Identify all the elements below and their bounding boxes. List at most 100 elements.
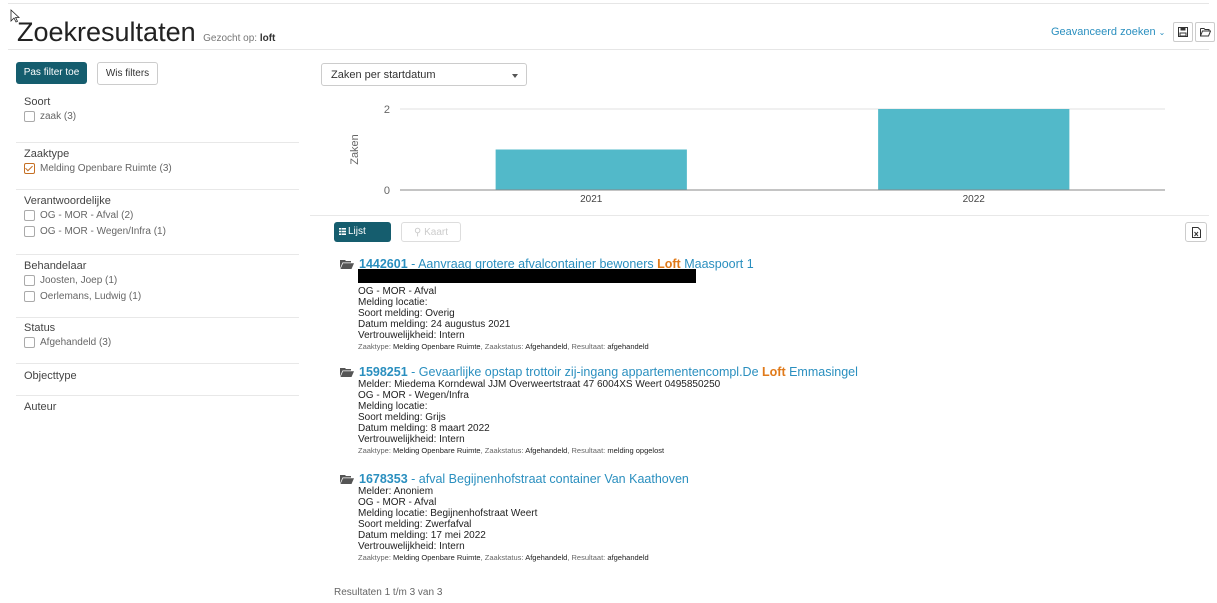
page-title: Zoekresultaten Gezocht op: loft: [17, 17, 275, 48]
export-button[interactable]: [1185, 222, 1207, 242]
result-detail-line: Melding locatie:: [358, 401, 428, 412]
result-item: 1678353 - afval Begijnenhofstraat contai…: [340, 472, 1200, 563]
checkbox[interactable]: [24, 210, 35, 221]
meta-result: afgehandeld: [607, 342, 649, 351]
result-title-pre: - afval Begijnenhofstraat container Van …: [407, 472, 689, 486]
facet-verantwoordelijke: Verantwoordelijke OG - MOR - Afval (2) O…: [24, 195, 299, 237]
bar: [495, 149, 687, 190]
facet-separator: [16, 254, 299, 255]
save-search-button[interactable]: [1173, 22, 1193, 42]
result-detail-line: Melding locatie:: [358, 297, 428, 308]
facet-auteur[interactable]: Auteur: [24, 401, 299, 413]
result-title-pre: - Gevaarlijke opstap trottoir zij-ingang…: [407, 365, 763, 379]
result-detail-line: Melder: Anoniem: [358, 486, 434, 497]
result-detail-line: OG - MOR - Afval: [358, 497, 437, 508]
search-query: loft: [259, 33, 276, 44]
facet-option-label: OG - MOR - Wegen/Infra (1): [40, 226, 166, 237]
facet-option-label: Joosten, Joep (1): [40, 275, 118, 286]
checkbox[interactable]: [24, 291, 35, 302]
facet-option[interactable]: Melding Openbare Ruimte (3): [24, 163, 299, 174]
y-tick-label: 2: [384, 104, 390, 116]
result-detail-line: Soort melding: Zwerfafval: [358, 519, 472, 530]
checkbox[interactable]: [24, 226, 35, 237]
facet-option-label: Oerlemans, Ludwig (1): [40, 291, 142, 302]
meta-label: Resultaat:: [571, 553, 606, 562]
result-detail-line: Datum melding: 24 augustus 2021: [358, 319, 511, 330]
meta-zaaktype: Melding Openbare Ruimte: [393, 446, 481, 455]
facet-option[interactable]: Joosten, Joep (1): [24, 275, 299, 286]
chart-type-select-value: Zaken per startdatum: [331, 69, 436, 81]
list-icon: [339, 228, 346, 235]
result-title-link[interactable]: 1598251 - Gevaarlijke opstap trottoir zi…: [340, 365, 1200, 379]
floppy-disk-icon: [1178, 27, 1188, 37]
facet-title: Status: [24, 322, 56, 334]
meta-label: Zaaktype:: [358, 553, 391, 562]
clear-filters-button[interactable]: Wis filters: [97, 62, 158, 85]
facet-option-label: Afgehandeld (3): [40, 337, 112, 348]
facet-zaaktype: Zaaktype Melding Openbare Ruimte (3): [24, 148, 299, 174]
checkbox[interactable]: [24, 275, 35, 286]
facet-option-label: Melding Openbare Ruimte (3): [40, 163, 172, 174]
result-title-link[interactable]: 1678353 - afval Begijnenhofstraat contai…: [340, 472, 1200, 486]
facet-option[interactable]: OG - MOR - Afval (2): [24, 210, 299, 221]
chart-divider: [310, 215, 1209, 216]
map-view-button[interactable]: ⚲ Kaart: [401, 222, 461, 242]
facet-separator: [16, 317, 299, 318]
folder-open-icon: [340, 368, 354, 377]
result-detail-line: Datum melding: 8 maart 2022: [358, 423, 490, 434]
facet-separator: [16, 363, 299, 364]
x-tick-label: 2022: [963, 194, 986, 205]
map-view-label: Kaart: [424, 227, 448, 238]
meta-status: Afgehandeld: [525, 553, 568, 562]
bar: [878, 109, 1070, 190]
list-view-label: Lijst: [348, 226, 366, 237]
y-tick-label: 0: [384, 185, 390, 197]
caret-down-icon: [512, 74, 518, 78]
facet-option[interactable]: Oerlemans, Ludwig (1): [24, 291, 299, 302]
open-search-button[interactable]: [1195, 22, 1215, 42]
meta-label: Zaakstatus:: [484, 553, 524, 562]
header-divider: [8, 49, 1209, 50]
facet-title: Zaaktype: [24, 148, 70, 160]
facet-title: Objecttype: [24, 370, 77, 382]
facet-option[interactable]: zaak (3): [24, 111, 299, 122]
meta-zaaktype: Melding Openbare Ruimte: [393, 342, 481, 351]
facet-title: Verantwoordelijke: [24, 195, 111, 207]
results-summary: Resultaten 1 t/m 3 van 3: [334, 587, 443, 598]
apply-filter-button[interactable]: Pas filter toe: [16, 62, 87, 84]
page-title-text: Zoekresultaten: [17, 17, 196, 47]
redacted-block: [358, 269, 696, 283]
top-divider: [8, 3, 1209, 4]
meta-label: Resultaat:: [571, 342, 606, 351]
result-detail-line: Soort melding: Overig: [358, 308, 455, 319]
result-item: 1598251 - Gevaarlijke opstap trottoir zi…: [340, 365, 1200, 456]
folder-open-icon: [340, 475, 354, 484]
checkbox-checked[interactable]: [24, 163, 35, 174]
facet-option[interactable]: OG - MOR - Wegen/Infra (1): [24, 226, 299, 237]
advanced-search-link[interactable]: Geavanceerd zoeken ⌄: [1051, 26, 1165, 38]
checkbox[interactable]: [24, 111, 35, 122]
facet-behandelaar: Behandelaar Joosten, Joep (1) Oerlemans,…: [24, 260, 299, 302]
meta-label: Resultaat:: [571, 446, 606, 455]
y-axis-label: Zaken: [349, 134, 361, 165]
facet-option[interactable]: Afgehandeld (3): [24, 337, 299, 348]
facet-title: Behandelaar: [24, 260, 87, 272]
result-meta: Zaaktype: Melding Openbare Ruimte, Zaaks…: [358, 446, 665, 455]
result-detail-line: Vertrouwelijkheid: Intern: [358, 434, 465, 445]
meta-status: Afgehandeld: [525, 446, 568, 455]
result-meta: Zaaktype: Melding Openbare Ruimte, Zaaks…: [358, 342, 649, 351]
result-detail-line: Vertrouwelijkheid: Intern: [358, 330, 465, 341]
chart-type-select[interactable]: Zaken per startdatum: [321, 63, 527, 86]
result-detail-line: OG - MOR - Wegen/Infra: [358, 390, 469, 401]
result-id: 1678353: [359, 472, 408, 486]
checkbox[interactable]: [24, 337, 35, 348]
meta-label: Zaaktype:: [358, 342, 391, 351]
facet-separator: [16, 395, 299, 396]
facet-option-label: zaak (3): [40, 111, 77, 122]
list-view-button[interactable]: Lijst: [334, 222, 391, 242]
result-detail-line: Datum melding: 17 mei 2022: [358, 530, 486, 541]
facet-objecttype[interactable]: Objecttype: [24, 370, 299, 382]
searched-on-label: Gezocht op:: [203, 33, 258, 44]
file-export-icon: [1192, 227, 1201, 238]
result-meta: Zaaktype: Melding Openbare Ruimte, Zaaks…: [358, 553, 649, 562]
